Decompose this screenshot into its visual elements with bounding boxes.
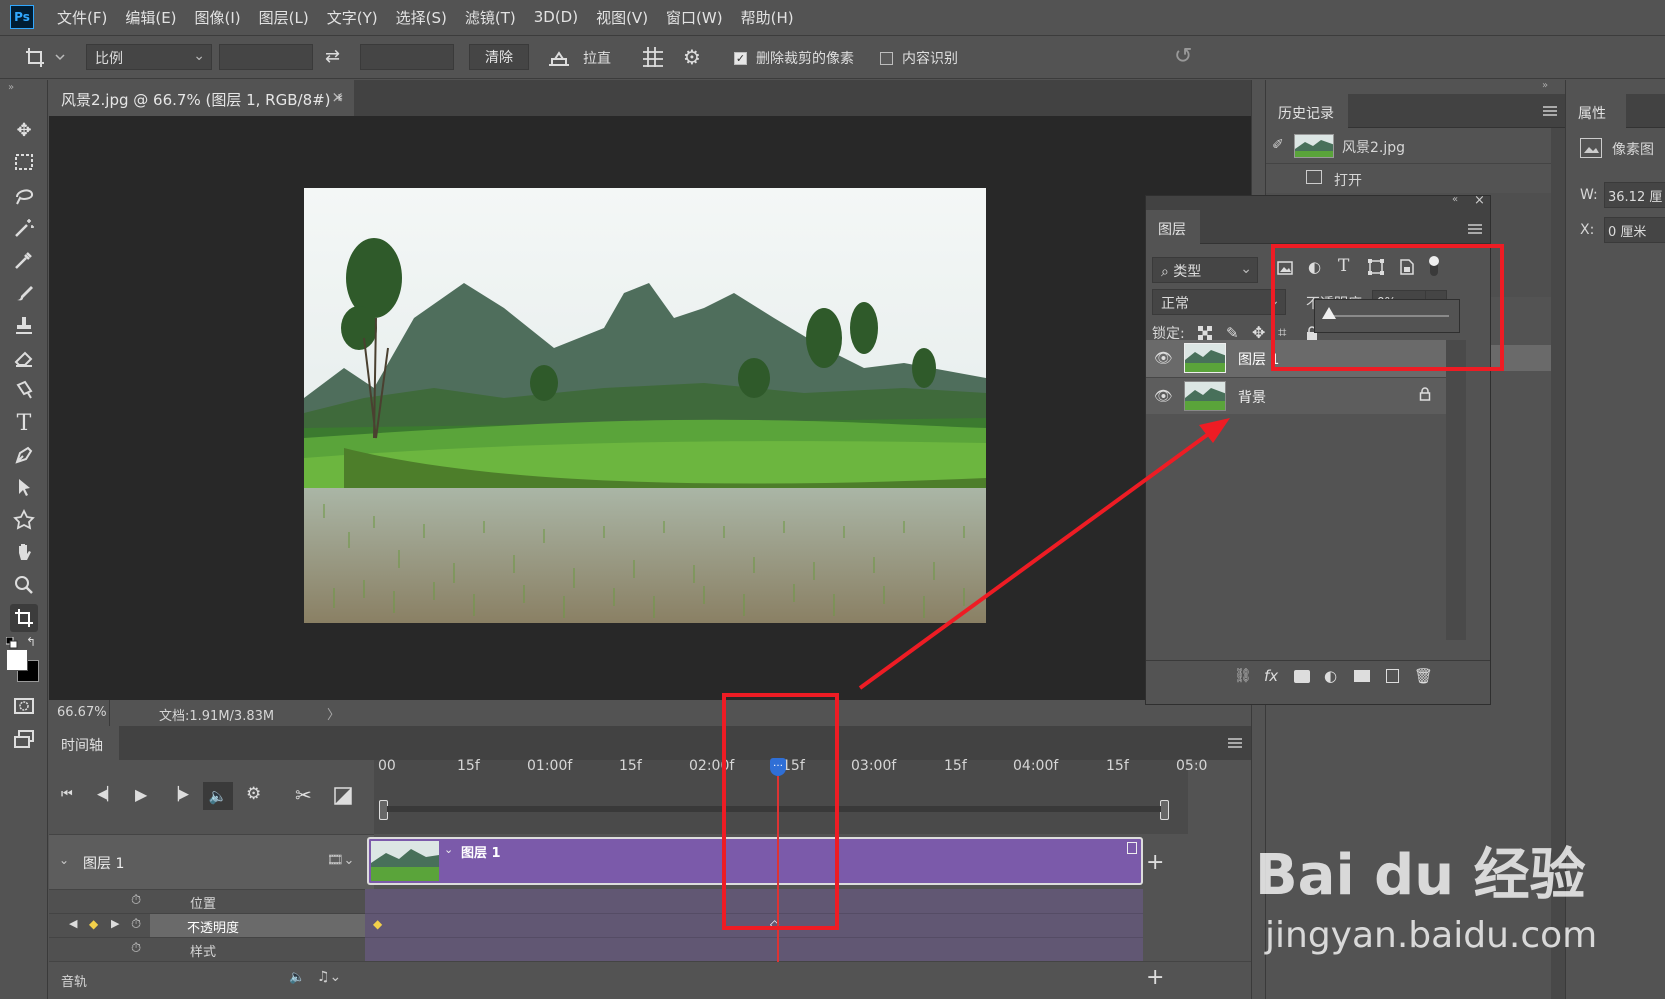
watermark-url: jingyan.baidu.com [1265, 915, 1598, 956]
watermark-brand: Bai du 经验 [1255, 843, 1586, 908]
